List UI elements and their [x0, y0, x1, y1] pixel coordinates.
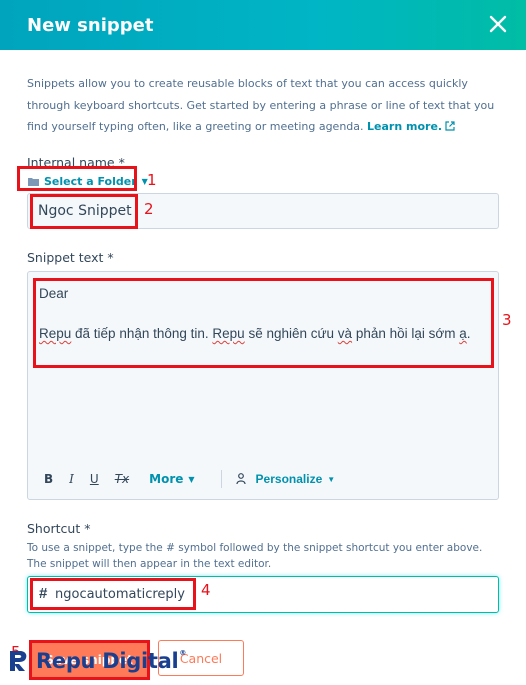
select-folder-button[interactable]: Select a Folder ▼: [28, 172, 148, 190]
internal-name-label: Internal name *: [27, 155, 125, 170]
more-button[interactable]: More ▼: [149, 472, 194, 486]
select-folder-label: Select a Folder: [44, 174, 137, 188]
internal-name-input[interactable]: Ngoc Snippet: [27, 193, 499, 229]
shortcut-input[interactable]: # ngocautomaticreply: [27, 576, 499, 613]
snippet-text-label: Snippet text *: [27, 250, 114, 265]
toolbar-divider: [220, 470, 222, 488]
dialog-title: New snippet: [27, 14, 154, 36]
snippet-text-editor[interactable]: Dear Repu đã tiếp nhận thông tin. Repu s…: [27, 271, 499, 500]
annotation-number-3: 3: [502, 311, 512, 329]
chevron-down-icon: ▼: [188, 474, 195, 484]
personalize-icon: [235, 473, 246, 485]
shortcut-label: Shortcut *: [27, 521, 91, 536]
learn-more-link[interactable]: Learn more.: [367, 120, 455, 133]
clear-format-button[interactable]: Tx: [115, 472, 129, 486]
personalize-button[interactable]: Personalize ▼: [235, 472, 336, 486]
underline-button[interactable]: U: [90, 472, 99, 486]
clear-format-icon: Tx: [114, 472, 130, 486]
shortcut-value: ngocautomaticreply: [55, 587, 185, 602]
hash-prefix: #: [39, 585, 48, 602]
intro-text: Snippets allow you to create reusable bl…: [27, 73, 499, 138]
chevron-down-icon: ▼: [327, 474, 336, 484]
snippet-text-content[interactable]: Dear Repu đã tiếp nhận thông tin. Repu s…: [39, 284, 494, 364]
shortcut-help-text: To use a snippet, type the # symbol foll…: [27, 542, 483, 570]
internal-name-value: Ngoc Snippet: [38, 203, 132, 219]
repu-digital-watermark: Repu Digital®: [6, 648, 186, 674]
annotation-number-2: 2: [144, 200, 154, 218]
annotation-number-4: 4: [201, 581, 211, 599]
external-link-icon: [445, 121, 455, 131]
editor-toolbar: B I U Tx More ▼ Personalize ▼: [44, 469, 335, 489]
folder-icon: [28, 177, 39, 186]
italic-button[interactable]: I: [69, 472, 74, 486]
learn-more-label: Learn more.: [367, 120, 443, 133]
more-label: More: [149, 472, 184, 486]
snippet-line-2: Repu đã tiếp nhận thông tin. Repu sẽ ngh…: [39, 326, 471, 341]
personalize-label: Personalize: [255, 472, 323, 486]
snippet-line-1: Dear: [39, 286, 69, 301]
annotation-number-1: 1: [147, 171, 157, 189]
dialog-header: New snippet: [0, 0, 526, 50]
close-icon[interactable]: [484, 10, 512, 38]
repu-logo-icon: [10, 651, 27, 671]
watermark-text: Repu Digital®: [36, 649, 187, 673]
bold-button[interactable]: B: [44, 472, 53, 486]
